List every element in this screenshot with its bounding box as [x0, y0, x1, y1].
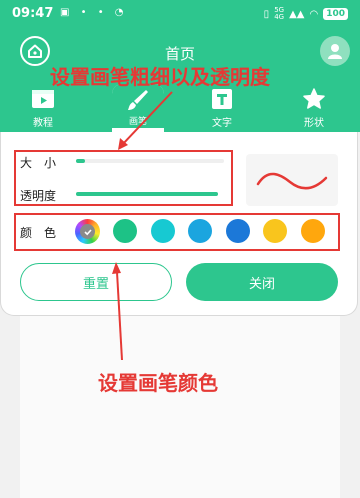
annotation-arrows	[112, 91, 173, 361]
arrow-to-colors	[112, 262, 123, 361]
arrow-to-sliders	[118, 91, 173, 150]
